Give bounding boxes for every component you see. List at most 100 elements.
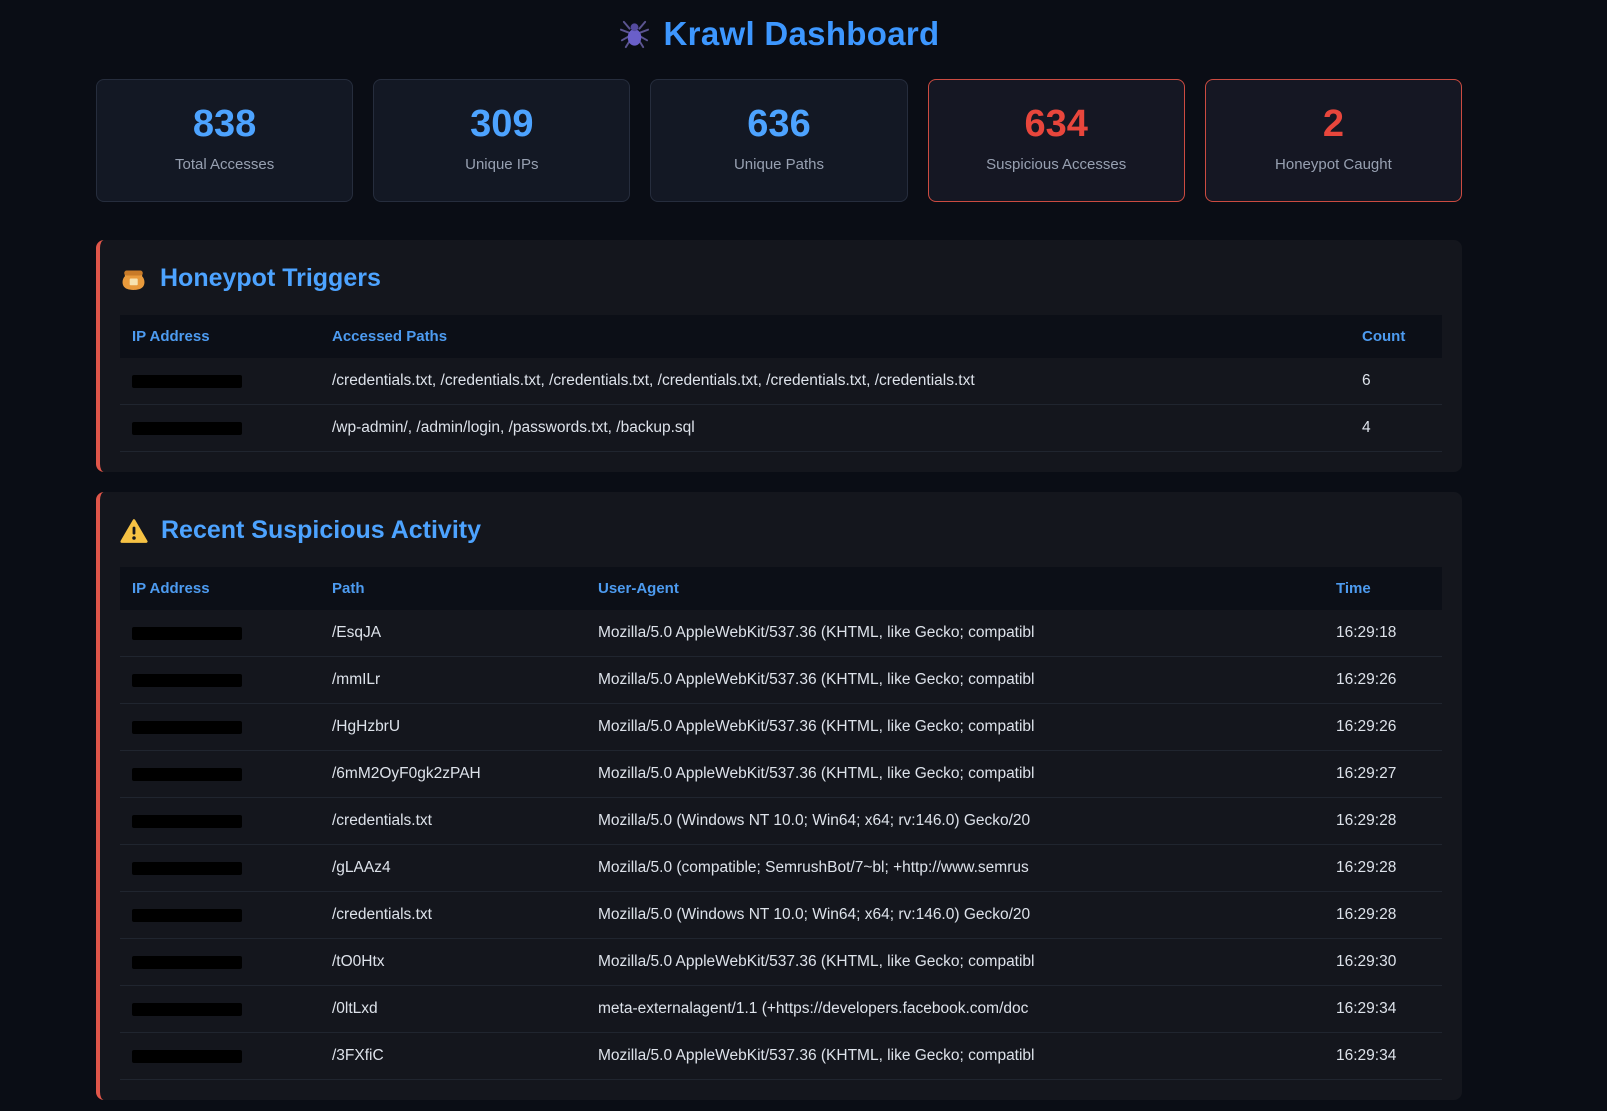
time-cell: 16:29:30 — [1324, 939, 1442, 986]
time-cell: 16:29:27 — [1324, 751, 1442, 798]
ip-address-cell — [120, 845, 320, 892]
user-agent-cell: meta-externalagent/1.1 (+https://develop… — [586, 986, 1324, 1033]
stat-value: 634 — [937, 104, 1176, 146]
column-header-count: Count — [1350, 315, 1442, 358]
suspicious-activity-table: IP Address Path User-Agent Time /EsqJAMo… — [120, 567, 1442, 1080]
suspicious-table-header-row: IP Address Path User-Agent Time — [120, 567, 1442, 610]
table-row: /gLAAz4Mozilla/5.0 (compatible; SemrushB… — [120, 845, 1442, 892]
user-agent-cell: Mozilla/5.0 AppleWebKit/537.36 (KHTML, l… — [586, 610, 1324, 657]
user-agent-cell: Mozilla/5.0 (Windows NT 10.0; Win64; x64… — [586, 892, 1324, 939]
user-agent-cell: Mozilla/5.0 AppleWebKit/537.36 (KHTML, l… — [586, 751, 1324, 798]
page-header: Krawl Dashboard — [96, 0, 1462, 79]
table-row: /tO0HtxMozilla/5.0 AppleWebKit/537.36 (K… — [120, 939, 1442, 986]
path-cell: /3FXfiC — [320, 1033, 586, 1080]
redacted-ip-bar — [132, 956, 242, 969]
redacted-ip-bar — [132, 674, 242, 687]
stat-label: Total Accesses — [105, 156, 344, 173]
accessed-paths-cell: /wp-admin/, /admin/login, /passwords.txt… — [320, 405, 1350, 452]
path-cell: /credentials.txt — [320, 798, 586, 845]
path-cell: /mmILr — [320, 657, 586, 704]
honeypot-table-body: /credentials.txt, /credentials.txt, /cre… — [120, 358, 1442, 452]
stat-value: 2 — [1214, 104, 1453, 146]
ip-address-cell — [120, 798, 320, 845]
user-agent-cell: Mozilla/5.0 AppleWebKit/537.36 (KHTML, l… — [586, 1033, 1324, 1080]
suspicious-activity-title-text: Recent Suspicious Activity — [161, 516, 481, 545]
stat-label: Unique IPs — [382, 156, 621, 173]
time-cell: 16:29:34 — [1324, 986, 1442, 1033]
time-cell: 16:29:28 — [1324, 892, 1442, 939]
stat-value: 636 — [659, 104, 898, 146]
ip-address-cell — [120, 892, 320, 939]
count-cell: 6 — [1350, 358, 1442, 405]
path-cell: /credentials.txt — [320, 892, 586, 939]
stat-card-total-accesses: 838Total Accesses — [96, 79, 353, 203]
table-row: /mmILrMozilla/5.0 AppleWebKit/537.36 (KH… — [120, 657, 1442, 704]
table-row: /HgHzbrUMozilla/5.0 AppleWebKit/537.36 (… — [120, 704, 1442, 751]
table-row: /credentials.txt, /credentials.txt, /cre… — [120, 358, 1442, 405]
column-header-ip: IP Address — [120, 315, 320, 358]
path-cell: /6mM2OyF0gk2zPAH — [320, 751, 586, 798]
path-cell: /gLAAz4 — [320, 845, 586, 892]
redacted-ip-bar — [132, 862, 242, 875]
count-cell: 4 — [1350, 405, 1442, 452]
stats-row: 838Total Accesses309Unique IPs 636 Unique … — [96, 79, 1462, 203]
ip-address-cell — [120, 1033, 320, 1080]
redacted-ip-bar — [132, 1003, 242, 1016]
stat-label: Honeypot Caught — [1214, 156, 1453, 173]
honeypot-table: IP Address Accessed Paths Count /credent… — [120, 315, 1442, 452]
redacted-ip-bar — [132, 627, 242, 640]
table-row: /6mM2OyF0gk2zPAHMozilla/5.0 AppleWebKit/… — [120, 751, 1442, 798]
ip-address-cell — [120, 610, 320, 657]
page-title: Krawl Dashboard — [619, 15, 940, 53]
ip-address-cell — [120, 358, 320, 405]
redacted-ip-bar — [132, 422, 242, 435]
stat-card-suspicious-accesses: 634 Suspicious Accesses — [928, 79, 1185, 203]
ip-address-cell — [120, 986, 320, 1033]
user-agent-cell: Mozilla/5.0 AppleWebKit/537.36 (KHTML, l… — [586, 939, 1324, 986]
honeypot-icon — [120, 265, 147, 292]
user-agent-cell: Mozilla/5.0 (compatible; SemrushBot/7~bl… — [586, 845, 1324, 892]
path-cell: /HgHzbrU — [320, 704, 586, 751]
honeypot-table-header-row: IP Address Accessed Paths Count — [120, 315, 1442, 358]
path-cell: /tO0Htx — [320, 939, 586, 986]
redacted-ip-bar — [132, 815, 242, 828]
user-agent-cell: Mozilla/5.0 AppleWebKit/537.36 (KHTML, l… — [586, 704, 1324, 751]
suspicious-activity-panel: Recent Suspicious Activity IP Address Pa… — [96, 492, 1462, 1100]
time-cell: 16:29:18 — [1324, 610, 1442, 657]
redacted-ip-bar — [132, 375, 242, 388]
time-cell: 16:29:26 — [1324, 704, 1442, 751]
suspicious-activity-title: Recent Suspicious Activity — [120, 516, 1442, 545]
column-header-paths: Accessed Paths — [320, 315, 1350, 358]
warning-icon — [120, 517, 148, 545]
time-cell: 16:29:28 — [1324, 845, 1442, 892]
ip-address-cell — [120, 751, 320, 798]
honeypot-title: Honeypot Triggers — [120, 264, 1442, 293]
spider-icon — [619, 19, 650, 50]
table-row: /credentials.txtMozilla/5.0 (Windows NT … — [120, 892, 1442, 939]
stat-card-unique-ips: 309Unique IPs — [373, 79, 630, 203]
column-header-time: Time — [1324, 567, 1442, 610]
table-row: /wp-admin/, /admin/login, /passwords.txt… — [120, 405, 1442, 452]
accessed-paths-cell: /credentials.txt, /credentials.txt, /cre… — [320, 358, 1350, 405]
table-row: /credentials.txtMozilla/5.0 (Windows NT … — [120, 798, 1442, 845]
column-header-user-agent: User-Agent — [586, 567, 1324, 610]
user-agent-cell: Mozilla/5.0 AppleWebKit/537.36 (KHTML, l… — [586, 657, 1324, 704]
ip-address-cell — [120, 704, 320, 751]
column-header-ip: IP Address — [120, 567, 320, 610]
table-row: /EsqJAMozilla/5.0 AppleWebKit/537.36 (KH… — [120, 610, 1442, 657]
path-cell: /EsqJA — [320, 610, 586, 657]
stat-card-unique-paths: 636 Unique Paths — [650, 79, 907, 203]
honeypot-title-text: Honeypot Triggers — [160, 264, 381, 293]
dashboard-container: Krawl Dashboard 838Total Accesses309Uniq… — [96, 0, 1462, 1100]
table-row: /3FXfiCMozilla/5.0 AppleWebKit/537.36 (K… — [120, 1033, 1442, 1080]
page-title-text: Krawl Dashboard — [664, 15, 940, 53]
user-agent-cell: Mozilla/5.0 (Windows NT 10.0; Win64; x64… — [586, 798, 1324, 845]
ip-address-cell — [120, 657, 320, 704]
stat-label: Unique Paths — [659, 156, 898, 173]
redacted-ip-bar — [132, 909, 242, 922]
honeypot-panel: Honeypot Triggers IP Address Accessed Pa… — [96, 240, 1462, 472]
time-cell: 16:29:34 — [1324, 1033, 1442, 1080]
stat-label: Suspicious Accesses — [937, 156, 1176, 173]
time-cell: 16:29:26 — [1324, 657, 1442, 704]
suspicious-table-body: /EsqJAMozilla/5.0 AppleWebKit/537.36 (KH… — [120, 610, 1442, 1080]
